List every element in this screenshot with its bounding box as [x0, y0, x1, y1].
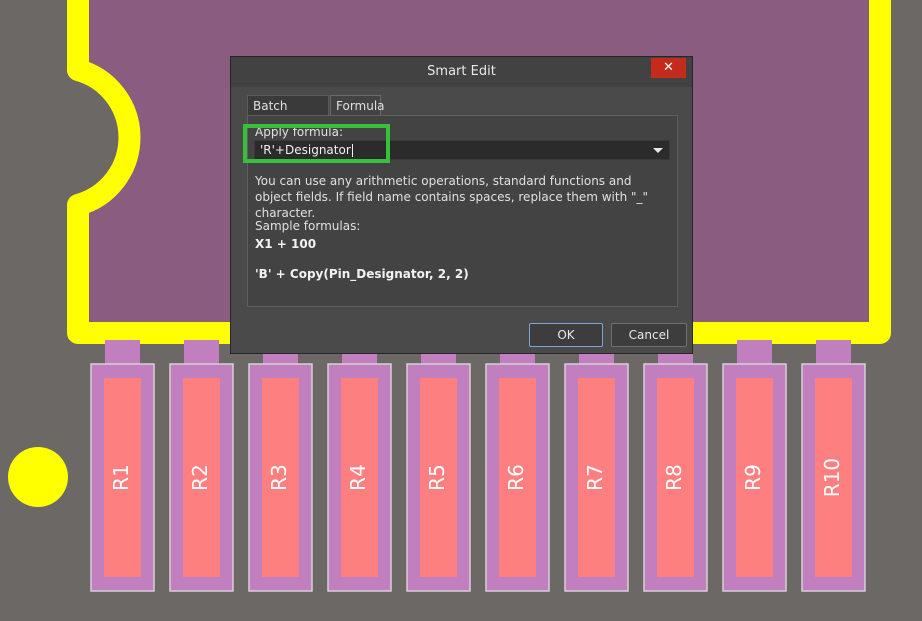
close-button[interactable]: ✕ [651, 58, 686, 78]
pad-designator-label: R8 [662, 464, 686, 491]
dialog-title: Smart Edit [427, 64, 496, 79]
formula-hint: You can use any arithmetic operations, s… [255, 174, 649, 220]
pad-r5[interactable]: R5 [406, 340, 471, 592]
sample-formulas-heading: Sample formulas: [255, 219, 361, 233]
formula-input[interactable]: 'R'+Designator [254, 140, 670, 160]
ok-button[interactable]: OK [529, 323, 603, 347]
close-icon: ✕ [663, 60, 674, 75]
sample-formula: 'B' + Copy(Pin_Designator, 2, 2) [255, 267, 469, 281]
tab-formula[interactable]: Formula [330, 95, 385, 115]
pad-designator-label: R5 [425, 464, 449, 491]
pad-trace [737, 340, 772, 366]
pad-trace [105, 340, 140, 366]
pad-designator-label: R10 [820, 458, 844, 497]
pad-r2[interactable]: R2 [169, 340, 234, 592]
chevron-down-icon[interactable] [653, 148, 663, 153]
pad-designator-label: R1 [109, 464, 133, 491]
pad-r9[interactable]: R9 [722, 340, 787, 592]
pad-r3[interactable]: R3 [248, 340, 313, 592]
cancel-button[interactable]: Cancel [611, 323, 687, 347]
pin1-marker [8, 447, 68, 507]
pad-r1[interactable]: R1 [90, 340, 155, 592]
pad-trace [816, 340, 851, 366]
sample-formula: X1 + 100 [255, 237, 317, 251]
pad-r4[interactable]: R4 [327, 340, 392, 592]
pad-r8[interactable]: R8 [643, 340, 708, 592]
dialog-titlebar[interactable]: Smart Edit ✕ [231, 57, 692, 87]
pad-r7[interactable]: R7 [564, 340, 629, 592]
pad-trace [184, 340, 219, 366]
pad-designator-label: R7 [583, 464, 607, 491]
pad-designator-label: R3 [267, 464, 291, 491]
pad-designator-label: R6 [504, 464, 528, 491]
pad-designator-label: R2 [188, 464, 212, 491]
text-caret [351, 144, 353, 157]
apply-formula-label: Apply formula: [255, 125, 344, 139]
pad-r6[interactable]: R6 [485, 340, 550, 592]
formula-value: 'R'+Designator [260, 143, 351, 157]
smart-edit-dialog: Smart Edit ✕ Batch Replace Formula Apply… [230, 56, 693, 354]
tab-batch-replace[interactable]: Batch Replace [247, 95, 329, 133]
pad-r10[interactable]: R10 [801, 340, 866, 592]
pad-designator-label: R9 [741, 464, 765, 491]
pad-designator-label: R4 [346, 464, 370, 491]
